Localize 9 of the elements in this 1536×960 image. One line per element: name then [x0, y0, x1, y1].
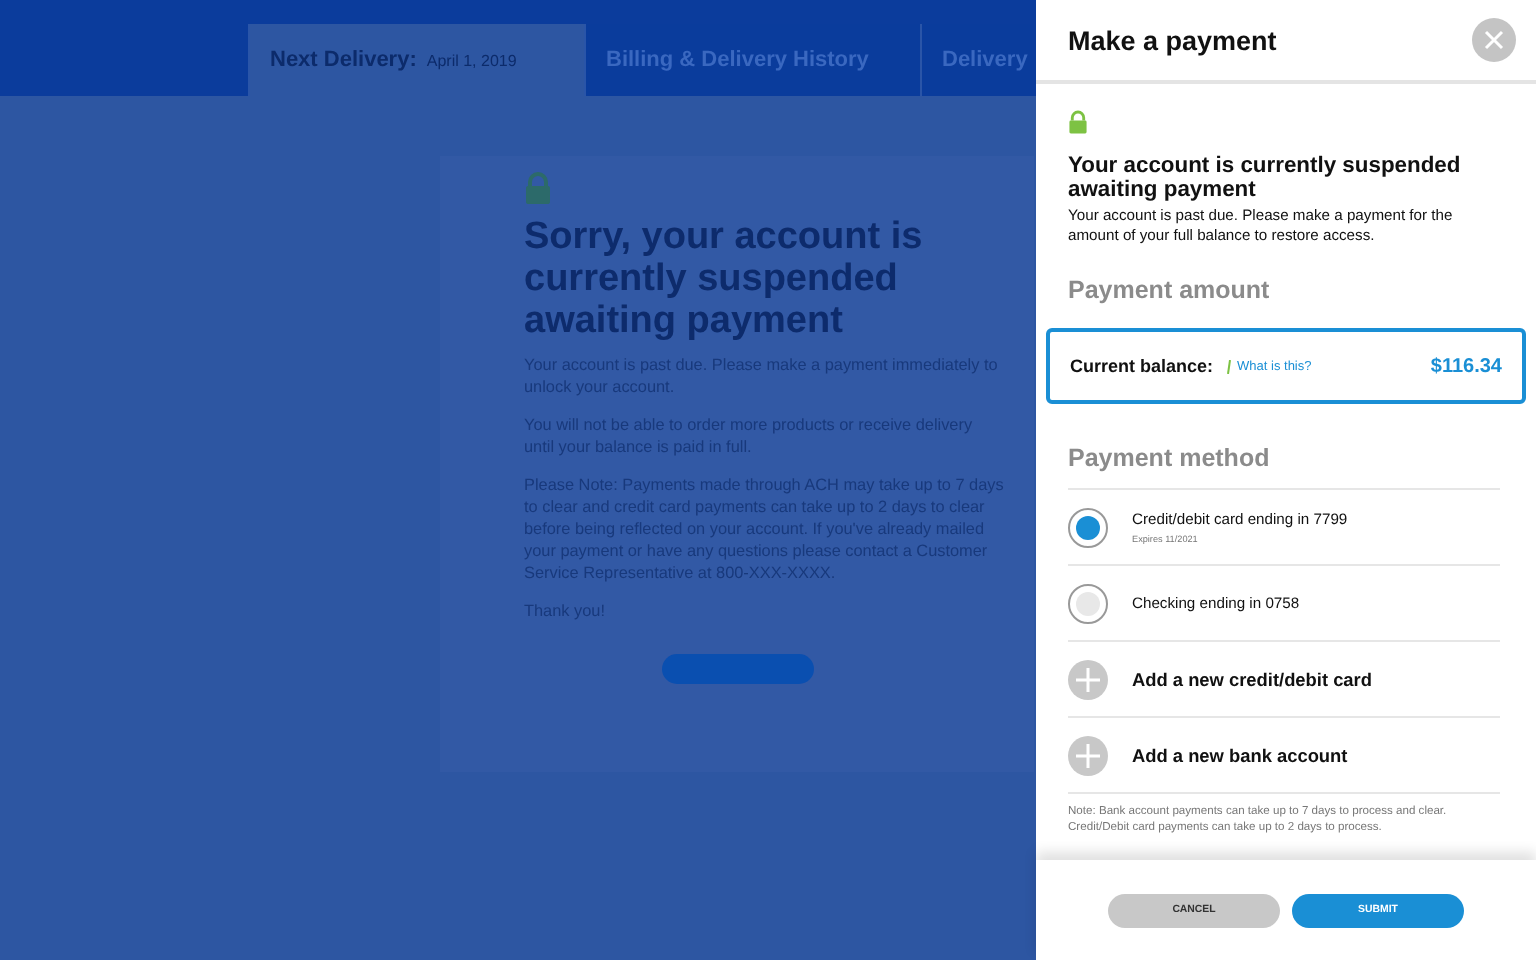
balance-amount: $116.34 — [1430, 355, 1502, 377]
alert-title: Your account is currently suspended awaiting payment — [1068, 154, 1463, 202]
balance-label: Current balance: — [1070, 356, 1214, 376]
panel-title: Make a payment — [1068, 25, 1277, 55]
section-heading: Payment method — [1068, 444, 1272, 472]
add-method-link[interactable]: Add a new bank account — [1132, 745, 1348, 765]
add-method-link[interactable]: Add a new credit/debit card — [1132, 669, 1372, 689]
section-heading: Payment amount — [1068, 276, 1272, 304]
suspension-heading: Sorry, your account is currently suspended awaiting payment — [524, 216, 925, 342]
